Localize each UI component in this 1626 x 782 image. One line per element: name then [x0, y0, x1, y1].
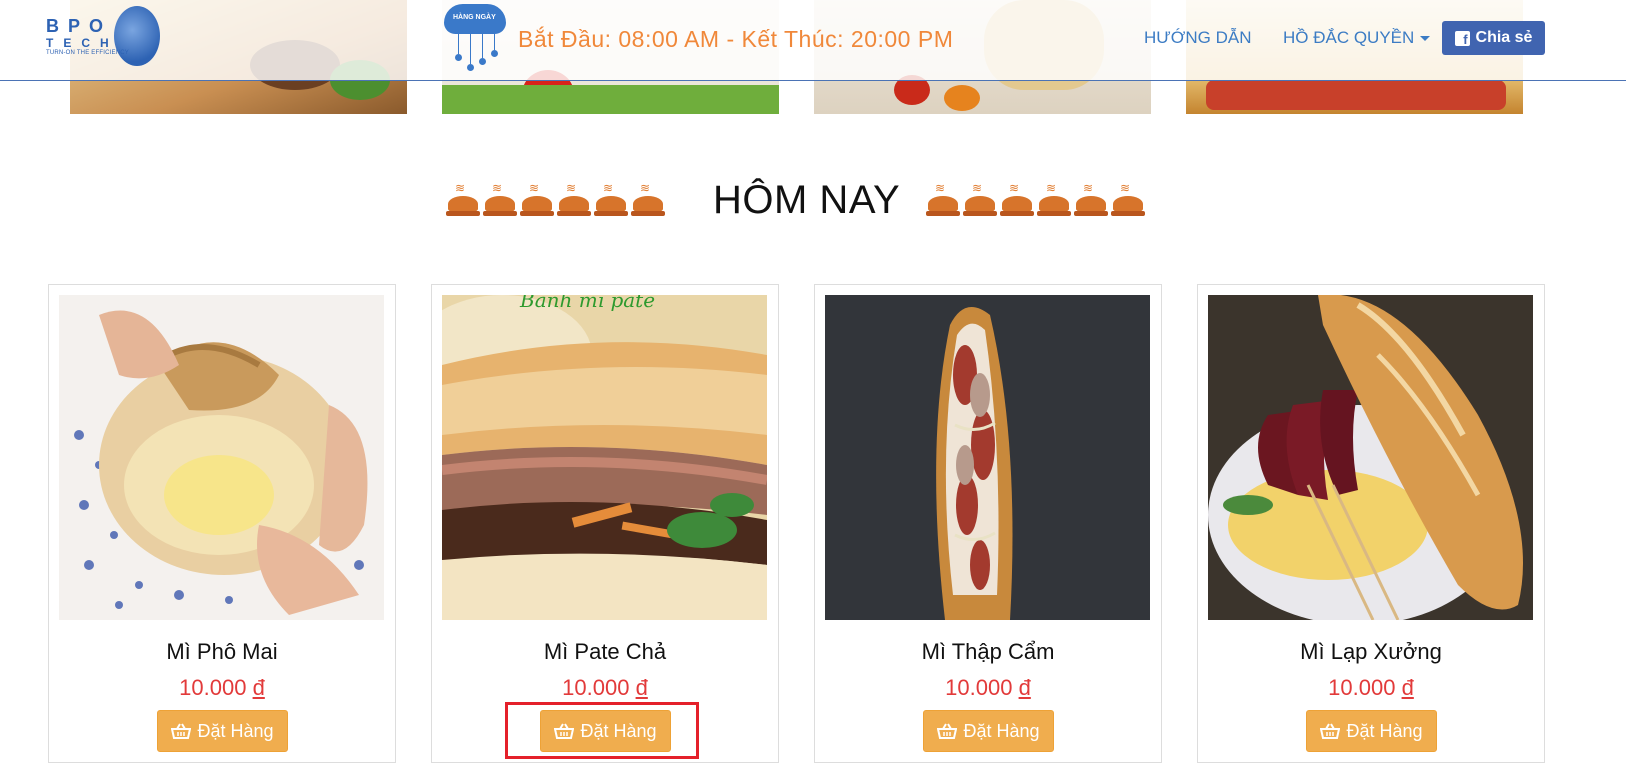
logo-letters: BPO [46, 16, 113, 36]
product-name: Mì Thập Cẩm [921, 639, 1055, 664]
product-photo-thap-cam[interactable] [825, 295, 1150, 620]
user-menu-dropdown[interactable]: HỒ ĐẮC QUYỀN [1283, 28, 1431, 48]
section-title: HÔM NAY [713, 178, 901, 222]
order-label: Đặt Hàng [580, 720, 657, 741]
product-name: Mì Lạp Xưởng [1300, 639, 1442, 664]
product-card-pho-mai: Mì Phô Mai 10.000 đ Đặt Hàng [48, 284, 396, 763]
price-value: 10.000 [1328, 675, 1396, 700]
decoration-right: ≋ ≋ ≋ ≋ ≋ ≋ [926, 182, 1145, 218]
section-title-row: ≋ ≋ ≋ ≋ ≋ ≋ HÔM NAY ≋ ≋ ≋ ≋ ≋ ≋ [0, 176, 1626, 224]
product-price: 10.000 đ [815, 675, 1161, 701]
price-currency: đ [252, 675, 265, 700]
product-price: 10.000 đ [49, 675, 395, 701]
share-label: Chia sẻ [1475, 29, 1533, 46]
photo-overlay-text: Bánh mì pate [519, 295, 655, 312]
product-card-lap-xuong: Mì Lạp Xưởng 10.000 đ Đặt Hàng [1197, 284, 1545, 763]
roast-chicken-icon: ≋ [926, 182, 960, 218]
product-card-thap-cam: Mì Thập Cẩm 10.000 đ Đặt Hàng [814, 284, 1162, 763]
roast-chicken-icon: ≋ [594, 182, 628, 218]
product-price: 10.000 đ [1198, 675, 1544, 701]
top-header: BPO TECH TURN-ON THE EFFICIENCY HÀNG NGÀ… [0, 0, 1626, 81]
roast-chicken-icon: ≋ [1074, 182, 1108, 218]
price-value: 10.000 [179, 675, 247, 700]
roast-chicken-icon: ≋ [446, 182, 480, 218]
order-button-lap-xuong[interactable]: Đặt Hàng [1306, 710, 1437, 752]
price-currency: đ [1401, 675, 1414, 700]
roast-chicken-icon: ≋ [557, 182, 591, 218]
product-photo-pate-cha[interactable]: Bánh mì pate [442, 295, 767, 620]
roast-chicken-icon: ≋ [483, 182, 517, 218]
product-price: 10.000 đ [432, 675, 778, 701]
facebook-share-button[interactable]: f Chia sẻ [1442, 21, 1545, 55]
nav-guide-link[interactable]: HƯỚNG DẪN [1144, 28, 1252, 48]
price-currency: đ [1018, 675, 1031, 700]
order-button-thap-cam[interactable]: Đặt Hàng [923, 710, 1054, 752]
basket-icon [937, 723, 958, 739]
decoration-left: ≋ ≋ ≋ ≋ ≋ ≋ [446, 182, 665, 218]
bpo-tech-logo[interactable]: BPO TECH TURN-ON THE EFFICIENCY [46, 6, 161, 68]
roast-chicken-icon: ≋ [963, 182, 997, 218]
facebook-icon: f [1454, 30, 1470, 46]
product-photo-pho-mai[interactable] [59, 295, 384, 620]
roast-chicken-icon: ≋ [1000, 182, 1034, 218]
order-button-pate-cha[interactable]: Đặt Hàng [540, 710, 671, 752]
logo-tagline: TURN-ON THE EFFICIENCY [46, 50, 129, 56]
caret-down-icon [1420, 36, 1431, 42]
order-button-pho-mai[interactable]: Đặt Hàng [157, 710, 288, 752]
daily-cloud-icon: HÀNG NGÀY [444, 4, 506, 72]
logo-globe-icon [114, 6, 160, 66]
roast-chicken-icon: ≋ [1037, 182, 1071, 218]
basket-icon [554, 723, 575, 739]
opening-hours: Bắt Đầu: 08:00 AM - Kết Thúc: 20:00 PM [518, 26, 954, 52]
order-label: Đặt Hàng [197, 720, 274, 741]
roast-chicken-icon: ≋ [631, 182, 665, 218]
order-label: Đặt Hàng [963, 720, 1040, 741]
product-name: Mì Pate Chả [543, 639, 667, 664]
order-label: Đặt Hàng [1346, 720, 1423, 741]
price-currency: đ [635, 675, 648, 700]
product-card-pate-cha: Bánh mì pate Mì Pate Chả 10.000 đ Đặt Hà… [431, 284, 779, 763]
basket-icon [171, 723, 192, 739]
product-photo-lap-xuong[interactable] [1208, 295, 1533, 620]
roast-chicken-icon: ≋ [1111, 182, 1145, 218]
user-name: HỒ ĐẮC QUYỀN [1283, 28, 1415, 47]
product-name: Mì Phô Mai [166, 639, 278, 664]
daily-icon-text: HÀNG NGÀY [453, 14, 496, 21]
logo-sub: TECH [46, 36, 119, 50]
price-value: 10.000 [945, 675, 1013, 700]
roast-chicken-icon: ≋ [520, 182, 554, 218]
price-value: 10.000 [562, 675, 630, 700]
basket-icon [1320, 723, 1341, 739]
